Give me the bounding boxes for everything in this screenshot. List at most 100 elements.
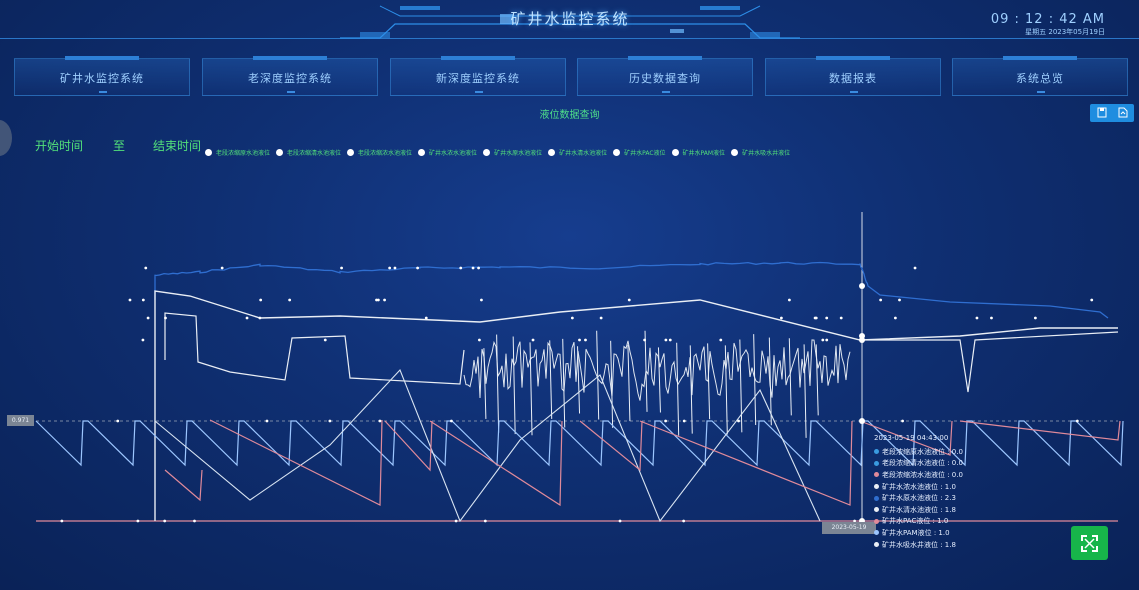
axis-pointer-y-label: 0.971: [7, 415, 34, 426]
expand-icon: [1081, 535, 1098, 552]
tooltip-row: 老段浓缩清水池液位 : 0.0: [874, 458, 994, 470]
series-point: [599, 316, 603, 320]
series-point: [584, 338, 587, 342]
series-dot-icon: [874, 449, 879, 455]
series-point: [164, 316, 167, 320]
series-point: [570, 316, 574, 320]
series-point: [879, 298, 883, 302]
series-point: [898, 298, 901, 302]
series-point: [531, 338, 535, 342]
series-point: [454, 519, 458, 523]
series-point: [375, 298, 378, 302]
series-point: [141, 298, 145, 302]
series-spike: [739, 339, 743, 433]
series-spike: [676, 342, 680, 436]
series-point: [821, 338, 825, 342]
series-point: [1090, 298, 1094, 302]
series-point: [340, 266, 343, 270]
series-point: [459, 266, 463, 270]
series-point: [901, 419, 904, 423]
series-line-clear-water-tail: [862, 331, 1119, 393]
series-spike: [549, 340, 553, 419]
series-line-concentrate: [463, 339, 851, 401]
series-line-raw-water: [154, 261, 1109, 319]
series-dot-icon: [874, 518, 879, 524]
series-point: [424, 316, 428, 320]
tooltip-row: 老段浓缩原水池液位 : 0.0: [874, 446, 994, 458]
series-point: [664, 419, 667, 423]
series-point: [682, 419, 686, 423]
series-line-pac: [209, 419, 383, 506]
series-point: [788, 298, 791, 302]
tooltip-row: 矿井水浓水池液位 : 1.0: [874, 481, 994, 493]
series-point: [383, 298, 386, 302]
series-point: [618, 519, 622, 523]
chart-tooltip: 2023-05-19 04:43:00 老段浓缩原水池液位 : 0.0 老段浓缩…: [874, 434, 994, 550]
series-line-pac: [164, 469, 203, 502]
series-point: [265, 419, 269, 423]
tooltip-row: 矿井水原水池液位 : 2.3: [874, 492, 994, 504]
series-point: [136, 519, 140, 523]
series-line-suction-well: [164, 312, 465, 385]
series-point: [893, 316, 897, 320]
series-point: [643, 338, 647, 342]
series-point: [668, 338, 672, 342]
series-point: [477, 266, 480, 270]
series-point: [258, 316, 262, 320]
series-point: [737, 419, 740, 423]
tooltip-row: 矿井水PAM液位 : 1.0: [874, 527, 994, 539]
series-point: [146, 316, 150, 320]
tooltip-time: 2023-05-19 04:43:00: [874, 434, 949, 442]
series-point: [163, 519, 167, 523]
series-point: [245, 316, 249, 320]
fullscreen-button[interactable]: [1071, 526, 1108, 560]
series-spike: [803, 344, 807, 438]
series-point: [839, 316, 843, 320]
series-point: [416, 266, 420, 270]
series-point: [1033, 316, 1037, 320]
series-dot-icon: [874, 530, 879, 536]
series-point: [378, 419, 382, 423]
series-point: [825, 338, 829, 342]
series-point: [1075, 419, 1079, 423]
series-dot-icon: [874, 460, 879, 466]
series-point: [60, 519, 64, 523]
series-point: [913, 266, 917, 270]
series-point: [288, 298, 292, 302]
series-point: [144, 266, 148, 270]
series-dot-icon: [874, 542, 879, 548]
series-point: [128, 298, 132, 302]
series-dot-icon: [874, 484, 879, 490]
series-point: [483, 519, 487, 523]
series-spike: [815, 344, 819, 416]
series-point: [471, 266, 475, 270]
hover-point: [859, 418, 865, 424]
series-point: [578, 338, 581, 342]
series-dot-icon: [874, 495, 879, 501]
series-point: [393, 266, 397, 270]
hover-point: [859, 283, 865, 289]
series-dot-icon: [874, 472, 879, 478]
series-point: [814, 316, 818, 320]
series-point: [478, 338, 481, 342]
series-spike: [657, 347, 661, 413]
series-line-pac: [429, 420, 563, 507]
tooltip-row: 矿井水清水池液位 : 1.8: [874, 504, 994, 516]
series-point: [259, 298, 263, 302]
series-spike: [788, 338, 792, 416]
tooltip-row: 老段浓缩浓水池液位 : 0.0: [874, 469, 994, 481]
series-point: [449, 419, 453, 423]
series-spike: [496, 334, 500, 433]
tooltip-row: 矿井水吸水井液位 : 1.8: [874, 539, 994, 551]
series-spike: [512, 336, 516, 435]
series-spike: [627, 344, 631, 422]
series-point: [825, 316, 829, 320]
series-point: [719, 338, 723, 342]
series-point: [116, 419, 120, 423]
tooltip-row: 矿井水PAC液位 : 1.0: [874, 516, 994, 528]
hover-point: [859, 337, 865, 343]
series-point: [664, 338, 668, 342]
series-point: [627, 298, 631, 302]
series-point: [328, 419, 332, 423]
series-point: [388, 266, 392, 270]
